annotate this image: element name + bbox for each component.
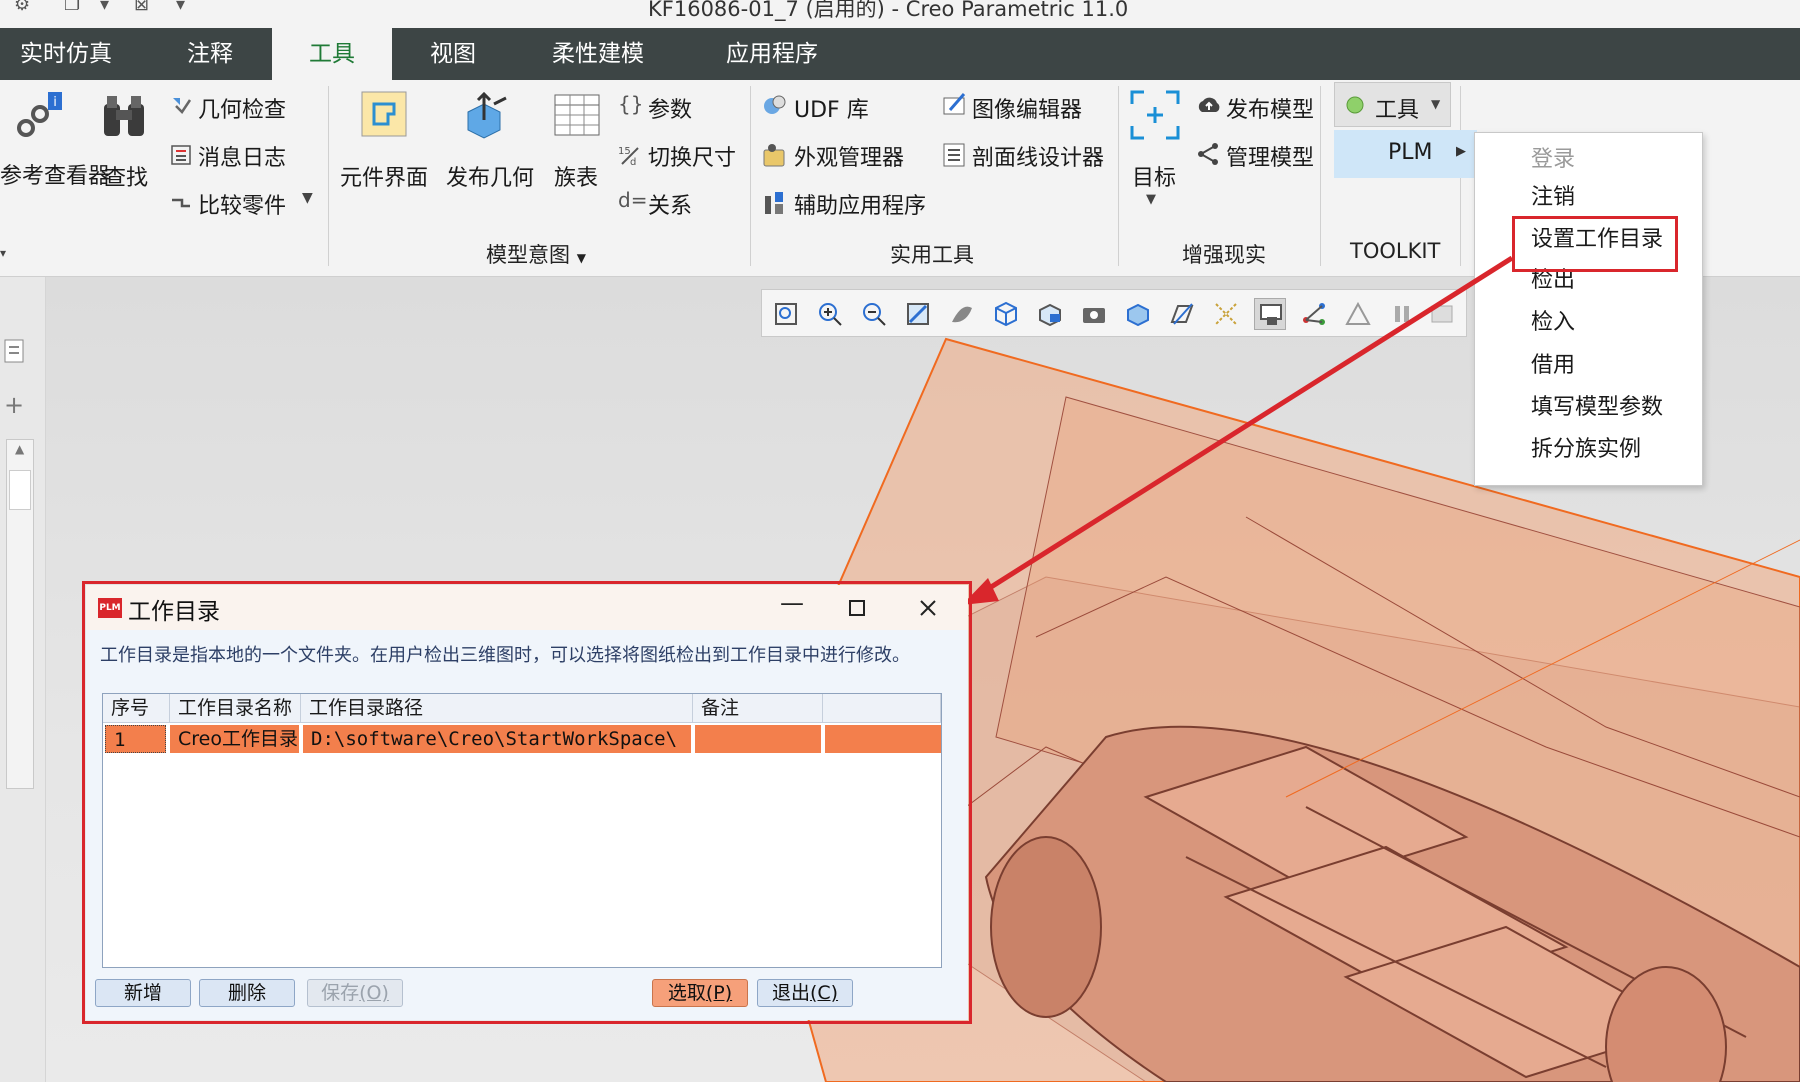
cell-name: Creo工作目录 [170,725,299,753]
working-directory-table: 序号 工作目录名称 工作目录路径 备注 1 Creo工作目录 D:\softwa… [102,693,942,968]
dialog-title: 工作目录 [128,599,220,625]
column-header-filler [823,694,941,723]
working-directory-dialog: PLM 工作目录 — 工作目录是指本地的一个文件夹。在用户检出三维图时，可以选择… [86,585,968,1020]
dialog-titlebar[interactable]: PLM 工作目录 — [86,585,968,630]
cell-note [695,725,821,753]
exit-label: 退出 [771,982,810,1004]
column-header-name[interactable]: 工作目录名称 [170,694,301,723]
minimize-icon[interactable]: — [780,589,804,617]
dialog-description: 工作目录是指本地的一个文件夹。在用户检出三维图时，可以选择将图纸检出到工作目录中… [100,645,910,666]
delete-button[interactable]: 删除 [199,979,295,1007]
exit-shortcut: (C) [809,982,839,1004]
select-shortcut: (P) [705,982,733,1004]
column-header-note[interactable]: 备注 [693,694,823,723]
column-header-path[interactable]: 工作目录路径 [301,694,693,723]
close-icon[interactable] [918,598,938,618]
cell-filler [825,725,941,753]
plm-logo-icon: PLM [98,598,122,618]
cell-path: D:\software\Creo\StartWorkSpace\ [303,725,691,753]
add-button[interactable]: 新增 [95,979,191,1007]
cell-index: 1 [105,725,166,753]
exit-button[interactable]: 退出(C) [757,979,853,1007]
select-label: 选取 [667,982,706,1004]
maximize-icon[interactable] [848,599,866,617]
column-header-index[interactable]: 序号 [103,694,170,723]
save-shortcut: (O) [359,982,389,1004]
select-button[interactable]: 选取(P) [652,979,748,1007]
save-label: 保存 [321,982,360,1004]
save-button[interactable]: 保存(O) [307,979,403,1007]
